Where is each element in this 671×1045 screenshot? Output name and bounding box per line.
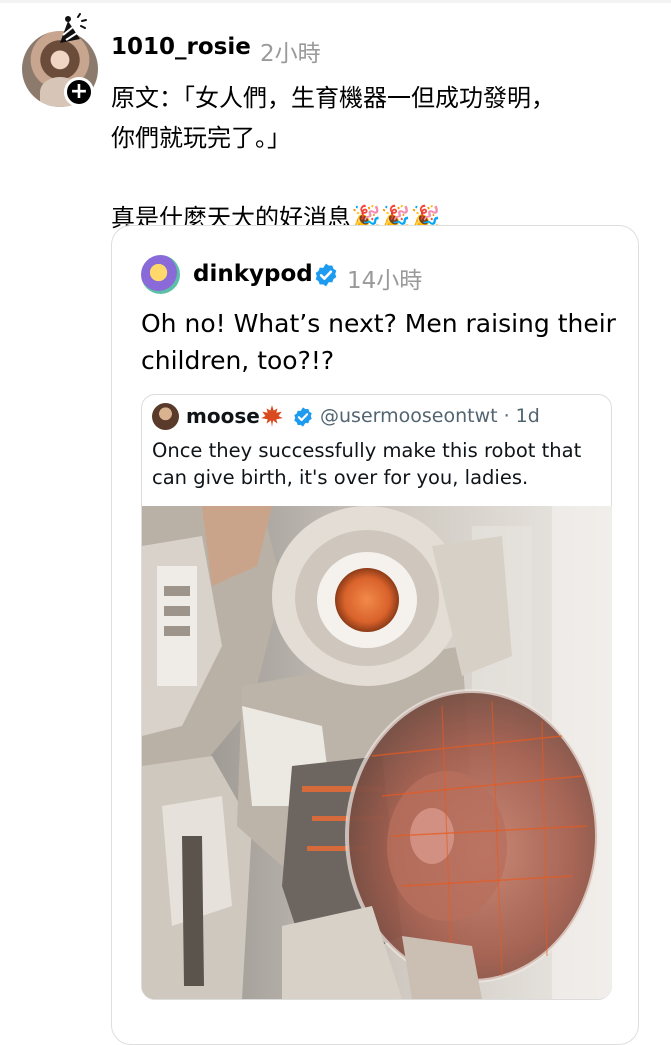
embedded-tweet-name[interactable]: moose <box>186 404 260 428</box>
post-username[interactable]: 1010_rosie <box>111 34 251 60</box>
quoted-post-timestamp: 14小時 <box>347 268 423 294</box>
quoted-post-text: Oh no! What’s next? Men raising their ch… <box>141 309 616 375</box>
quoted-post-avatar[interactable] <box>141 255 180 294</box>
maple-leaf-icon <box>261 405 283 427</box>
robot-image[interactable] <box>142 506 612 999</box>
quoted-post-username[interactable]: dinkypod <box>193 261 313 287</box>
embedded-tweet-avatar[interactable] <box>152 403 179 430</box>
post-timestamp: 2小時 <box>260 41 321 67</box>
embedded-verified-badge-icon <box>294 407 312 427</box>
top-divider <box>0 0 671 3</box>
party-hat-icon <box>60 13 87 43</box>
follow-plus-icon[interactable]: + <box>64 77 94 107</box>
post-text: 原文：「女人們，生育機器一但成功發明， 你們就玩完了。」 真是什麼天大的好消息🎉… <box>111 84 555 232</box>
verified-badge-icon <box>315 263 337 287</box>
embedded-tweet-text: Once they successfully make this robot t… <box>152 439 582 489</box>
embedded-tweet-handle[interactable]: @usermooseontwt · 1d <box>320 405 540 427</box>
